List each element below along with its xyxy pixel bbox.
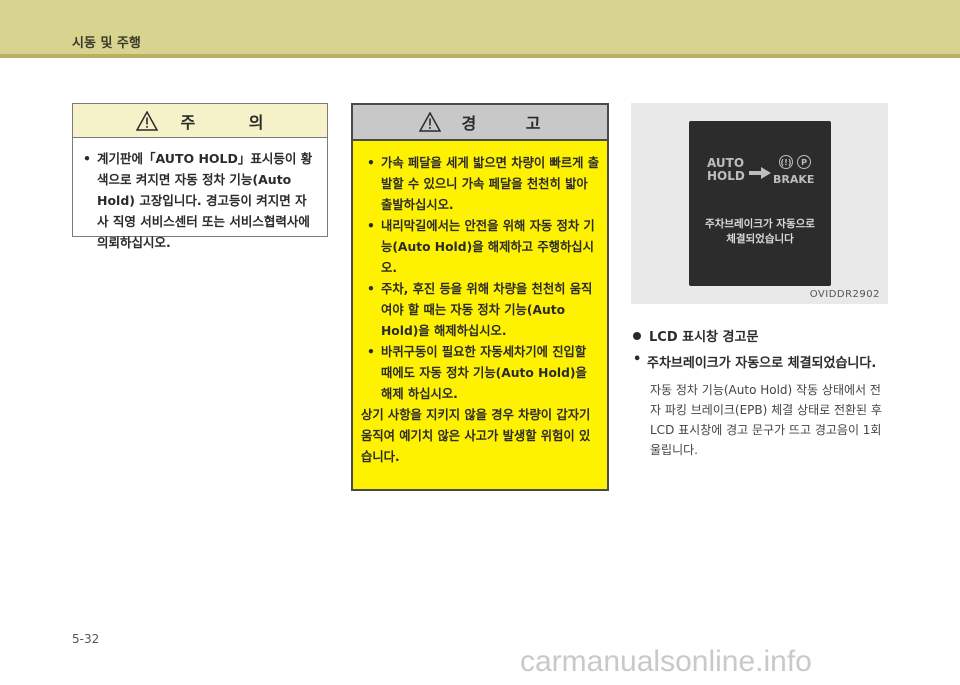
bullet-icon: •: [367, 156, 375, 170]
bullet-dot-icon: [633, 331, 641, 340]
caution-header: 주 의: [73, 104, 327, 138]
caution-title: 주 의: [180, 112, 288, 132]
brake-label: BRAKE: [773, 173, 815, 186]
lcd-figure: AUTO HOLD (!) P BRAKE 주차브레이크가 자동으로 체결되었습…: [631, 103, 888, 304]
parking-brake-icon: P: [797, 155, 811, 169]
warning-item: • 바퀴구동이 필요한 자동세차기에 진입할 때에도 자동 정차 기능(Auto…: [367, 342, 599, 405]
header-band: [0, 0, 960, 54]
caution-box: 주 의 • 계기판에「AUTO HOLD」표시등이 황색으로 켜지면 자동 정차…: [72, 103, 328, 250]
watermark: carmanualsonline.info: [520, 645, 812, 678]
brake-warning-icon: (!): [779, 155, 793, 169]
right-arrow-icon: [749, 167, 771, 179]
warning-box: 경 고 • 가속 페달을 세게 밟으면 차량이 빠르게 출발할 수 있으니 가속…: [351, 103, 609, 491]
page-number: 5-32: [72, 632, 100, 646]
bullet-icon: •: [367, 282, 375, 296]
figure-code: OVIDDR2902: [809, 289, 880, 300]
bullet-icon: •: [633, 352, 642, 367]
warning-item: • 내리막길에서는 안전을 위해 자동 정차 기능(Auto Hold)을 해제…: [367, 216, 599, 279]
page-title: 시동 및 주행: [72, 36, 141, 51]
warning-header: 경 고: [353, 105, 607, 141]
caution-item: • 계기판에「AUTO HOLD」표시등이 황색으로 켜지면 자동 정차 기능(…: [83, 148, 317, 253]
warning-triangle-icon: [136, 110, 159, 131]
description: 자동 정차 기능(Auto Hold) 작동 상태에서 전자 파킹 브레이크(E…: [650, 383, 882, 457]
warning-note: 상기 사항을 지키지 않을 경우 차량이 갑자기 움직여 예기치 않은 사고가 …: [361, 408, 591, 464]
auto-hold-label: AUTO HOLD: [707, 156, 745, 183]
warning-body: • 가속 페달을 세게 밟으면 차량이 빠르게 출발할 수 있으니 가속 페달을…: [353, 141, 607, 468]
bullet-icon: •: [83, 151, 91, 166]
bullet-icon: •: [367, 219, 375, 233]
lcd-message: 주차브레이크가 자동으로 체결되었습니다: [705, 218, 815, 245]
header-divider: [0, 54, 960, 58]
warning-item: • 가속 페달을 세게 밟으면 차량이 빠르게 출발할 수 있으니 가속 페달을…: [367, 153, 599, 216]
lcd-display: AUTO HOLD (!) P BRAKE 주차브레이크가 자동으로 체결되었습…: [689, 121, 831, 286]
caution-body: • 계기판에「AUTO HOLD」표시등이 황색으로 켜지면 자동 정차 기능(…: [73, 138, 327, 253]
section-title: LCD 표시창 경고문: [633, 326, 758, 345]
bullet-icon: •: [367, 345, 375, 359]
message-item: • 주차브레이크가 자동으로 체결되었습니다.: [633, 352, 877, 371]
warning-title: 경 고: [461, 114, 563, 133]
warning-triangle-icon: [419, 112, 442, 132]
warning-item: • 주차, 후진 등을 위해 차량을 천천히 움직여야 할 때는 자동 정차 기…: [367, 279, 599, 342]
